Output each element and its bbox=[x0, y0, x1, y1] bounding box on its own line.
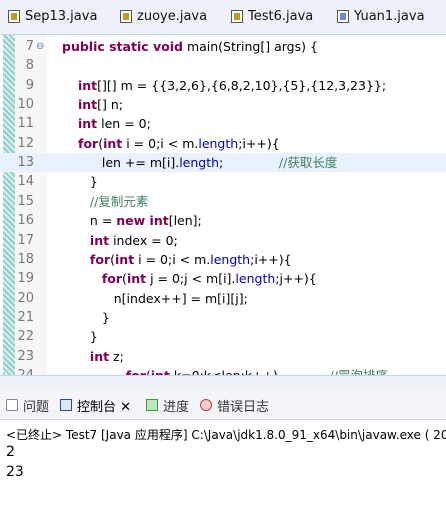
tab-label: 错误日志 bbox=[217, 399, 270, 415]
line-number: 24 bbox=[15, 366, 34, 375]
line-number: 20 bbox=[17, 290, 34, 306]
code-line[interactable]: 24 for(int k=0;k<len;k++) //冒泡排序 bbox=[0, 366, 446, 375]
tab-yuan1[interactable]: Yuan1.java bbox=[337, 5, 425, 27]
line-number: 11 bbox=[17, 116, 34, 132]
line-number: 9 bbox=[25, 77, 34, 93]
code-text: n = new int[len]; bbox=[78, 213, 202, 229]
tab-label: Yuan1.java bbox=[354, 8, 425, 24]
code-text: len += m[i].length; //获取长度 bbox=[78, 155, 338, 171]
code-text: int index = 0; bbox=[89, 232, 178, 248]
line-number: 23 bbox=[17, 348, 34, 364]
code-line[interactable]: 17 int index = 0; bbox=[0, 231, 446, 250]
code-line[interactable]: 13 len += m[i].length; //获取长度 bbox=[0, 153, 446, 173]
tab-test6[interactable]: Test6.java bbox=[231, 5, 313, 27]
line-number: 18 bbox=[17, 251, 34, 267]
code-line[interactable]: 22 } bbox=[0, 327, 446, 346]
java-file-icon bbox=[231, 9, 243, 23]
code-line[interactable]: 16 n = new int[len]; bbox=[0, 211, 446, 230]
code-text: public static void main(String[] args) { bbox=[62, 39, 318, 54]
tab-label: 问题 bbox=[23, 399, 50, 415]
code-line[interactable]: 14 } bbox=[0, 172, 446, 191]
tab-label: 控制台 ✕ bbox=[77, 399, 132, 415]
code-text: for(int i = 0;i < m.length;i++){ bbox=[89, 251, 292, 267]
tab-label: Sep13.java bbox=[25, 8, 98, 24]
line-number: 14 bbox=[17, 174, 34, 190]
tab-label: Test6.java bbox=[248, 8, 314, 24]
line-number: 22 bbox=[17, 329, 34, 345]
line-number: 10 bbox=[17, 97, 34, 113]
fold-toggle-icon[interactable]: ⊖ bbox=[36, 37, 44, 56]
code-text: for(int k=0;k<len;k++) //冒泡排序 bbox=[78, 366, 388, 375]
problems-icon bbox=[6, 399, 18, 411]
code-text: int[][] m = {{3,2,6},{6,8,2,10},{5},{12,… bbox=[78, 77, 387, 93]
code-line[interactable]: 15 //复制元素 bbox=[0, 192, 446, 211]
line-number: 21 bbox=[17, 309, 34, 325]
tab-error-log[interactable]: 错误日志 bbox=[200, 395, 269, 415]
line-number: 12 bbox=[17, 135, 34, 151]
code-editor[interactable]: 7 ⊖ public static void main(String[] args)… bbox=[0, 35, 446, 375]
code-text: for(int i = 0;i < m.length;i++){ bbox=[78, 135, 280, 151]
code-line[interactable]: 10 int[] n; bbox=[0, 95, 446, 114]
code-line[interactable]: 23 int z; bbox=[0, 347, 446, 366]
code-line[interactable]: 12 for(int i = 0;i < m.length;i++){ bbox=[0, 134, 446, 153]
tab-label: 进度 bbox=[163, 399, 190, 415]
error-log-icon bbox=[200, 399, 212, 411]
code-line[interactable]: 18 for(int i = 0;i < m.length;i++){ bbox=[0, 250, 446, 269]
code-text: int len = 0; bbox=[78, 116, 151, 132]
code-line[interactable]: 9 int[][] m = {{3,2,6},{6,8,2,10},{5},{12… bbox=[0, 76, 446, 95]
code-line[interactable]: 11 int len = 0; bbox=[0, 114, 446, 133]
panel-separator bbox=[0, 375, 446, 390]
java-file-icon bbox=[8, 9, 20, 23]
code-text: for(int j = 0;j < m[i].length;j++){ bbox=[101, 271, 317, 287]
code-text: } bbox=[78, 309, 110, 325]
line-number: 13 bbox=[17, 155, 34, 171]
code-line[interactable]: 8 bbox=[0, 56, 446, 75]
code-line[interactable]: 19 for(int j = 0;j < m[i].length;j++){ bbox=[0, 269, 446, 288]
tab-sep13[interactable]: Sep13.java bbox=[8, 5, 97, 27]
code-text: } bbox=[78, 174, 98, 190]
tab-progress[interactable]: 进度 bbox=[146, 395, 189, 415]
code-line[interactable]: 20 n[index++] = m[i][j]; bbox=[0, 289, 446, 308]
code-text: int z; bbox=[89, 348, 124, 364]
line-number: 15 bbox=[17, 193, 34, 209]
code-text: n[index++] = m[i][j]; bbox=[78, 290, 248, 306]
console-output-line[interactable]: 23 bbox=[6, 464, 24, 480]
code-text: } bbox=[78, 329, 98, 345]
line-number: 7 bbox=[25, 39, 34, 54]
code-line[interactable]: 7 ⊖ public static void main(String[] args)… bbox=[0, 37, 446, 56]
tab-problems[interactable]: 问题 bbox=[6, 395, 49, 415]
console-process-header: <已终止> Test7 [Java 应用程序] C:\Java\jdk1.8.0… bbox=[6, 428, 446, 442]
bottom-view-tabs: 问题 控制台 ✕ 进度 错误日志 bbox=[0, 389, 446, 420]
line-number: 16 bbox=[17, 213, 34, 229]
console-output-line[interactable]: 2 bbox=[6, 444, 15, 460]
editor-tab-bar: Sep13.java zuoye.java Test6.java Yuan1.j… bbox=[0, 0, 446, 35]
progress-icon bbox=[146, 399, 158, 411]
line-number: 17 bbox=[17, 232, 34, 248]
code-text: int[] n; bbox=[78, 97, 124, 113]
tab-label: zuoye.java bbox=[137, 8, 208, 24]
code-line[interactable]: 21 } bbox=[0, 308, 446, 327]
tab-zuoye[interactable]: zuoye.java bbox=[120, 5, 207, 27]
line-number: 8 bbox=[25, 58, 34, 74]
java-file-icon bbox=[337, 9, 349, 23]
line-number: 19 bbox=[17, 271, 34, 287]
console-icon bbox=[60, 399, 72, 411]
java-file-icon bbox=[120, 9, 132, 23]
code-text: //复制元素 bbox=[89, 193, 149, 209]
tab-console[interactable]: 控制台 ✕ bbox=[60, 395, 131, 415]
